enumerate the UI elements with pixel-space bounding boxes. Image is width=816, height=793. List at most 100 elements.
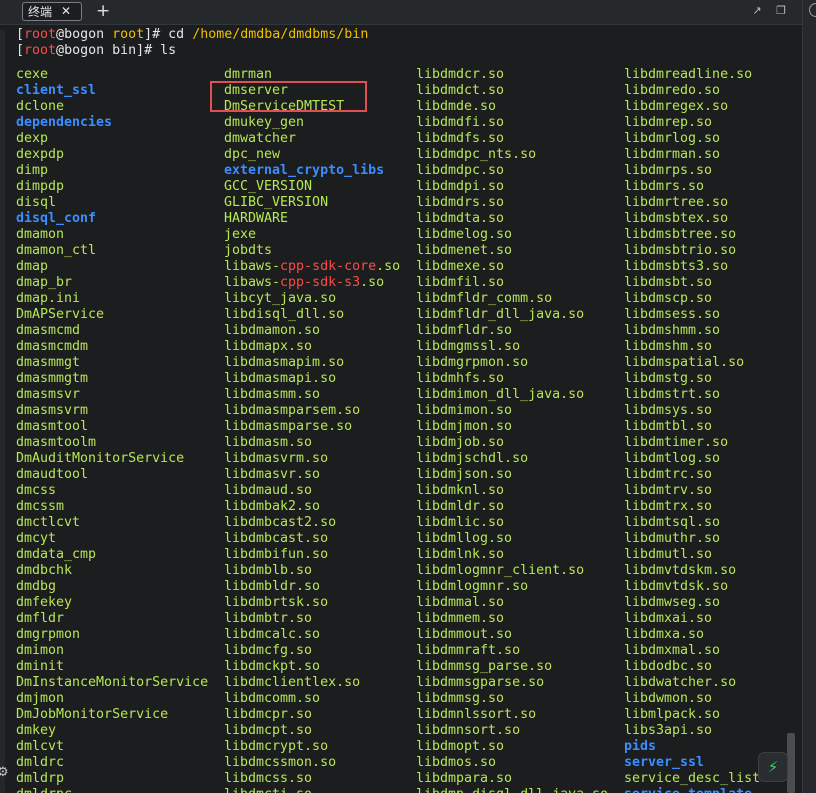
file-entry: libdmsbtree.so	[624, 227, 737, 242]
restore-window-icon[interactable]: ❐	[774, 4, 788, 18]
file-entry: libdmp_disql_dll_java.so	[416, 787, 608, 793]
file-entry: libdisql_dll.so	[224, 307, 345, 322]
file-entry: dmamon	[16, 227, 65, 242]
file-entry: dmcss	[16, 483, 57, 498]
ls-column-4: libdmreadline.so libdmredo.so libdmregex.s…	[624, 67, 760, 793]
file-entry: jobdts	[224, 243, 273, 258]
file-entry: libdmrs.so	[624, 179, 705, 194]
scrollbar-thumb[interactable]	[787, 733, 795, 793]
flash-icon[interactable]: ⚡	[758, 752, 788, 782]
file-entry: libaws-cpp-sdk-s3.so	[224, 275, 400, 291]
file-entry: libdmdta.so	[416, 211, 505, 226]
file-name-part: .so	[360, 275, 385, 290]
file-entry: libdmdrs.so	[416, 195, 505, 210]
file-entry: libdmasmapi.so	[224, 371, 337, 386]
file-entry: libdmaud.so	[224, 483, 313, 498]
file-entry: libdmsys.so	[624, 403, 713, 418]
file-entry: libdmckpt.so	[224, 659, 321, 674]
file-entry: libdmdpc_nts.so	[416, 147, 537, 162]
add-tab-button[interactable]: +	[96, 1, 110, 21]
file-entry: libdmjson.so	[416, 467, 513, 482]
file-entry: libdmclientlex.so	[224, 675, 361, 690]
file-entry: libdmreadline.so	[624, 67, 753, 82]
file-entry: libdmvtdsk.so	[624, 579, 729, 594]
file-entry: dmkey	[16, 723, 57, 738]
file-entry: libdmasvrm.so	[224, 451, 329, 466]
file-entry: dmamon_ctl	[16, 243, 97, 258]
file-entry: dmctlcvt	[16, 515, 81, 530]
tab-terminal[interactable]: 终端 ✕	[22, 2, 82, 21]
directory-entry: client_ssl	[16, 83, 97, 98]
file-entry: libdmlogmnr_client.so	[416, 563, 585, 578]
file-entry: dclone	[16, 99, 65, 114]
file-entry: libdmhfs.so	[416, 371, 505, 386]
file-entry: libdmasmparsem.so	[224, 403, 361, 418]
tab-label: 终端	[28, 5, 53, 19]
file-entry: libdmbldr.so	[224, 579, 321, 594]
file-entry: dmasmmgt	[16, 355, 81, 370]
file-name-part: libaws-	[224, 259, 281, 274]
file-entry: libdmmal.so	[416, 595, 505, 610]
external-link-icon[interactable]: ↗	[750, 4, 764, 18]
file-entry: libdmmraft.so	[416, 643, 521, 658]
file-entry: libdmlogmnr.so	[416, 579, 529, 594]
file-entry: libdmfldr.so	[416, 323, 513, 338]
file-entry: libdmcti.so	[224, 787, 400, 793]
file-entry: libdmblb.so	[224, 563, 313, 578]
file-entry: libdmlic.so	[416, 515, 505, 530]
file-entry: libdmasm.so	[224, 435, 313, 450]
file-entry: libmlpack.so	[624, 707, 721, 722]
prompt-dir: root	[112, 27, 145, 42]
file-entry: libdmcrypt.so	[224, 739, 329, 754]
close-icon[interactable]: ✕	[61, 4, 71, 18]
circle-icon[interactable]	[809, 3, 816, 17]
file-entry: libdmregex.so	[624, 99, 729, 114]
file-entry: libdmllog.so	[416, 531, 513, 546]
file-entry: dmasmmgtm	[16, 371, 89, 386]
file-entry: dimp	[16, 163, 49, 178]
file-entry: libdmshm.so	[624, 339, 713, 354]
file-entry: libdmmout.so	[416, 627, 513, 642]
file-entry: dmap_br	[16, 275, 73, 290]
command-text: ls	[160, 43, 177, 58]
highlight-box	[210, 81, 367, 112]
file-entry: libdmenet.so	[416, 243, 513, 258]
file-entry: libdmxai.so	[624, 611, 713, 626]
directory-entry: external_crypto_libs	[224, 163, 385, 178]
file-entry: libdwmon.so	[624, 691, 713, 706]
ls-column-3: libdmdcr.so libdmdct.so libdmde.so libdmdfi…	[416, 67, 608, 793]
file-entry: libcyt_java.so	[224, 291, 337, 306]
prompt-dir: bin	[112, 43, 137, 58]
file-entry: libdmbifun.so	[224, 547, 329, 562]
file-entry: libdmrman.so	[624, 147, 721, 162]
file-entry: dmukey_gen	[224, 115, 305, 130]
file-entry: dmldrc	[16, 755, 65, 770]
file-entry: libdmrtree.so	[624, 195, 729, 210]
file-entry: libdmrep.so	[624, 115, 713, 130]
file-entry: libdodbc.so	[624, 659, 713, 674]
file-entry: dmasmcmd	[16, 323, 81, 338]
file-entry: libdmasmm.so	[224, 387, 321, 402]
file-entry: libdmmsg.so	[416, 691, 505, 706]
file-entry: libdmjob.so	[416, 435, 505, 450]
file-entry: libdmcpr.so	[224, 707, 313, 722]
file-entry: libdmrps.so	[624, 163, 713, 178]
file-entry: dmasmcmdm	[16, 339, 89, 354]
file-entry: libdmtbl.so	[624, 419, 713, 434]
file-entry: libdmcomm.so	[224, 691, 321, 706]
file-entry: libdmfldr_comm.so	[416, 291, 553, 306]
terminal-output[interactable]: [root@bogon root]# cd /home/dmdba/dmdbms…	[0, 24, 802, 793]
file-entry: libdmgmssl.so	[416, 339, 521, 354]
file-entry: libdmamon.so	[224, 323, 321, 338]
file-name-part: .so	[376, 259, 401, 274]
file-entry: dmgrpmon	[16, 627, 81, 642]
file-entry: libdmgrpmon.so	[416, 355, 529, 370]
file-entry: libdmscp.so	[624, 291, 713, 306]
file-entry: cexe	[16, 67, 49, 82]
file-entry: dmap	[16, 259, 49, 274]
file-entry: libdmredo.so	[624, 83, 721, 98]
file-entry: jexe	[224, 227, 257, 242]
file-entry: libdmelog.so	[416, 227, 513, 242]
prompt-host: bogon	[64, 43, 105, 58]
